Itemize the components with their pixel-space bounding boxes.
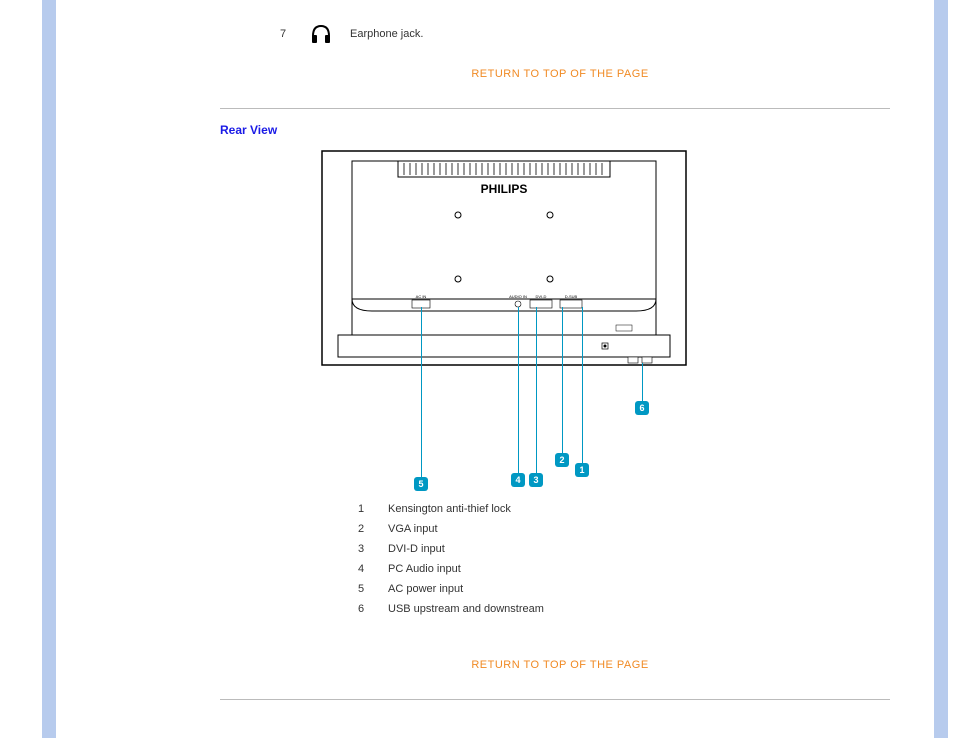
content-area: 7 Earphone jack. RETURN TO TOP OF THE PA… — [220, 0, 900, 700]
d: USB upstream and downstream — [388, 599, 544, 619]
svg-text:DVI-D: DVI-D — [536, 294, 547, 299]
leader-6 — [642, 363, 643, 403]
d: PC Audio input — [388, 559, 461, 579]
n: 1 — [358, 499, 388, 519]
page: 7 Earphone jack. RETURN TO TOP OF THE PA… — [0, 0, 954, 738]
front-item-number: 7 — [280, 28, 310, 40]
d: Kensington anti-thief lock — [388, 499, 511, 519]
leader-5 — [421, 307, 422, 479]
d: VGA input — [388, 519, 438, 539]
n: 3 — [358, 539, 388, 559]
n: 2 — [358, 519, 388, 539]
callout-2: 2 — [555, 453, 569, 467]
callout-6: 6 — [635, 401, 649, 415]
rear-view-heading: Rear View — [220, 123, 900, 137]
list-item: 3DVI-D input — [358, 539, 900, 559]
leader-2 — [562, 307, 563, 455]
headphones-icon — [310, 24, 350, 44]
return-top-anchor[interactable]: RETURN TO TOP OF THE PAGE — [471, 659, 648, 671]
return-top-link-2: RETURN TO TOP OF THE PAGE — [220, 659, 900, 671]
list-item: 6USB upstream and downstream — [358, 599, 900, 619]
return-top-anchor[interactable]: RETURN TO TOP OF THE PAGE — [471, 68, 648, 80]
divider — [220, 699, 890, 700]
n: 4 — [358, 559, 388, 579]
brand-text: PHILIPS — [481, 182, 528, 196]
rear-view-diagram: PHILIPS AC IN AUDIO IN DVI-D — [318, 147, 690, 487]
return-top-link-1: RETURN TO TOP OF THE PAGE — [220, 68, 900, 80]
leader-3 — [536, 307, 537, 475]
list-item: 5AC power input — [358, 579, 900, 599]
front-item-desc: Earphone jack. — [350, 28, 423, 40]
divider — [220, 108, 890, 109]
front-item-row: 7 Earphone jack. — [280, 0, 900, 44]
svg-text:D-SUB: D-SUB — [565, 294, 578, 299]
decorative-margin-left — [42, 0, 56, 738]
list-item: 1Kensington anti-thief lock — [358, 499, 900, 519]
list-item: 2VGA input — [358, 519, 900, 539]
n: 6 — [358, 599, 388, 619]
leader-4 — [518, 307, 519, 475]
callout-3: 3 — [529, 473, 543, 487]
monitor-rear-svg: PHILIPS AC IN AUDIO IN DVI-D — [318, 147, 690, 377]
svg-text:AC IN: AC IN — [416, 294, 427, 299]
callout-5: 5 — [414, 477, 428, 491]
rear-items-list: 1Kensington anti-thief lock 2VGA input 3… — [358, 499, 900, 619]
callout-1: 1 — [575, 463, 589, 477]
svg-text:AUDIO IN: AUDIO IN — [509, 294, 527, 299]
list-item: 4PC Audio input — [358, 559, 900, 579]
leader-1 — [582, 307, 583, 465]
decorative-margin-right — [934, 0, 948, 738]
d: AC power input — [388, 579, 463, 599]
d: DVI-D input — [388, 539, 445, 559]
callout-4: 4 — [511, 473, 525, 487]
n: 5 — [358, 579, 388, 599]
